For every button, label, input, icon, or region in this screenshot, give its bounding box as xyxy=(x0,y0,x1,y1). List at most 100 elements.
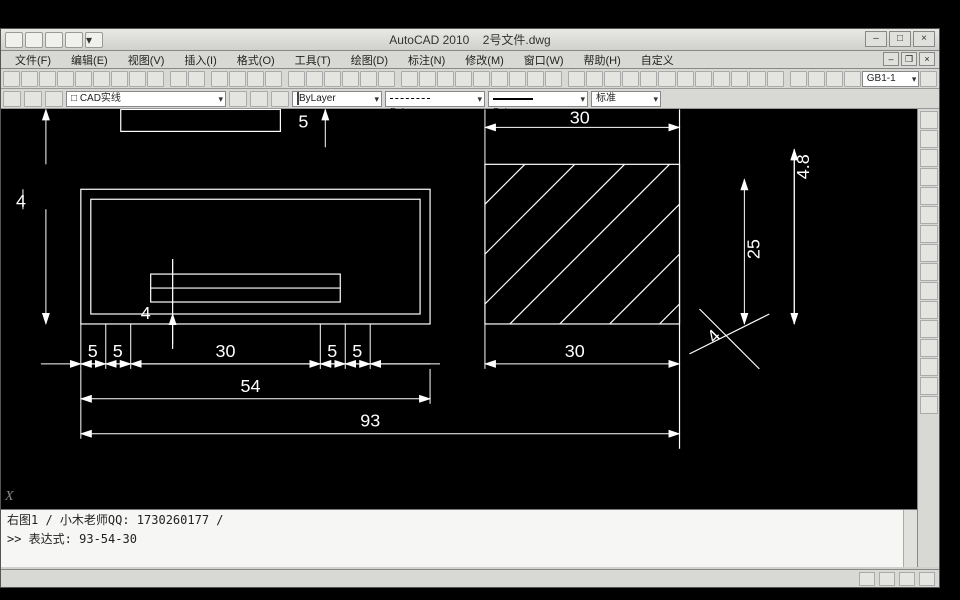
rp-join-icon[interactable] xyxy=(920,339,938,357)
move-icon[interactable] xyxy=(658,71,675,87)
copy-obj-icon[interactable] xyxy=(586,71,603,87)
designcenter-icon[interactable] xyxy=(306,71,323,87)
app-menu-icon[interactable] xyxy=(5,32,23,48)
new-icon[interactable] xyxy=(3,71,20,87)
paste-icon[interactable] xyxy=(129,71,146,87)
menu-view[interactable]: 视图(V) xyxy=(118,52,175,68)
layer-freeze-icon[interactable] xyxy=(45,91,63,107)
dimstyle-dropdown[interactable]: GB1-1 xyxy=(862,71,920,87)
cut-icon[interactable] xyxy=(93,71,110,87)
layer-state-icon[interactable] xyxy=(24,91,42,107)
plotstyle-dropdown[interactable]: 标准 xyxy=(591,91,661,107)
scale-icon[interactable] xyxy=(695,71,712,87)
menu-help[interactable]: 帮助(H) xyxy=(574,52,631,68)
dimangular-icon[interactable] xyxy=(826,71,843,87)
undo-icon[interactable] xyxy=(170,71,187,87)
annotation-scale-icon[interactable] xyxy=(899,572,915,586)
rotate-icon[interactable] xyxy=(677,71,694,87)
fillet-icon[interactable] xyxy=(749,71,766,87)
menu-dimension[interactable]: 标注(N) xyxy=(398,52,455,68)
dimaligned-icon[interactable] xyxy=(808,71,825,87)
menu-draw[interactable]: 绘图(D) xyxy=(341,52,398,68)
color-dropdown[interactable]: ByLayer xyxy=(292,91,382,107)
save-icon[interactable] xyxy=(39,71,56,87)
rectangle-icon[interactable] xyxy=(473,71,490,87)
table-icon[interactable] xyxy=(545,71,562,87)
polyline-icon[interactable] xyxy=(419,71,436,87)
trim-icon[interactable] xyxy=(713,71,730,87)
menu-window[interactable]: 窗口(W) xyxy=(514,52,574,68)
hatch-icon[interactable] xyxy=(491,71,508,87)
doc-restore-button[interactable]: ❐ xyxy=(901,52,917,66)
menu-format[interactable]: 格式(O) xyxy=(227,52,285,68)
rp-mirror-icon[interactable] xyxy=(920,149,938,167)
zoom-window-icon[interactable] xyxy=(247,71,264,87)
zoom-previous-icon[interactable] xyxy=(265,71,282,87)
rp-array-icon[interactable] xyxy=(920,187,938,205)
menu-file[interactable]: 文件(F) xyxy=(5,52,61,68)
quickcalc-icon[interactable] xyxy=(378,71,395,87)
doc-minimize-button[interactable]: – xyxy=(883,52,899,66)
rp-break-icon[interactable] xyxy=(920,320,938,338)
qat-save-icon[interactable] xyxy=(25,32,43,48)
markup-icon[interactable] xyxy=(360,71,377,87)
text-icon[interactable] xyxy=(509,71,526,87)
extend-icon[interactable] xyxy=(731,71,748,87)
plot-preview-icon[interactable] xyxy=(75,71,92,87)
properties-icon[interactable] xyxy=(288,71,305,87)
dimupdate-icon[interactable] xyxy=(920,71,937,87)
cmd-scrollbar[interactable] xyxy=(903,510,917,567)
copy-icon[interactable] xyxy=(111,71,128,87)
pan-icon[interactable] xyxy=(211,71,228,87)
rp-trim-icon[interactable] xyxy=(920,282,938,300)
layer-match-icon[interactable] xyxy=(250,91,268,107)
redo-icon[interactable] xyxy=(188,71,205,87)
menu-tools[interactable]: 工具(T) xyxy=(285,52,341,68)
rp-copy-icon[interactable] xyxy=(920,130,938,148)
rp-move-icon[interactable] xyxy=(920,206,938,224)
rp-scale-icon[interactable] xyxy=(920,244,938,262)
arc-icon[interactable] xyxy=(455,71,472,87)
rp-rotate-icon[interactable] xyxy=(920,225,938,243)
layer-dropdown[interactable]: □ CAD实线 xyxy=(66,91,226,107)
drawing-area[interactable]: 30 5 4 4 xyxy=(1,109,917,509)
dimlinear-icon[interactable] xyxy=(790,71,807,87)
dimradius-icon[interactable] xyxy=(844,71,861,87)
doc-close-button[interactable]: × xyxy=(919,52,935,66)
minimize-button[interactable]: – xyxy=(865,31,887,47)
menu-edit[interactable]: 编辑(E) xyxy=(61,52,118,68)
layout1-tab-icon[interactable] xyxy=(879,572,895,586)
qat-undo-icon[interactable] xyxy=(45,32,63,48)
workspace-icon[interactable] xyxy=(919,572,935,586)
sheetset-icon[interactable] xyxy=(342,71,359,87)
layer-iso-icon[interactable] xyxy=(271,91,289,107)
layer-manager-icon[interactable] xyxy=(3,91,21,107)
maximize-button[interactable]: □ xyxy=(889,31,911,47)
mirror-icon[interactable] xyxy=(604,71,621,87)
cmd-prompt[interactable] xyxy=(1,548,917,564)
line-icon[interactable] xyxy=(401,71,418,87)
qat-print-icon[interactable] xyxy=(65,32,83,48)
menu-express[interactable]: 自定义 xyxy=(631,52,684,68)
open-icon[interactable] xyxy=(21,71,38,87)
rp-erase-icon[interactable] xyxy=(920,111,938,129)
toolpalette-icon[interactable] xyxy=(324,71,341,87)
rp-extend-icon[interactable] xyxy=(920,301,938,319)
model-tab-icon[interactable] xyxy=(859,572,875,586)
rp-explode-icon[interactable] xyxy=(920,396,938,414)
linetype-dropdown[interactable]: ByLayer xyxy=(385,91,485,107)
dimension-icon[interactable] xyxy=(527,71,544,87)
array-icon[interactable] xyxy=(640,71,657,87)
match-prop-icon[interactable] xyxy=(147,71,164,87)
command-window[interactable]: 右图1 / 小木老师QQ: 1730260177 / >> 表达式: 93-54… xyxy=(1,509,917,567)
rp-fillet-icon[interactable] xyxy=(920,377,938,395)
explode-icon[interactable] xyxy=(767,71,784,87)
menu-modify[interactable]: 修改(M) xyxy=(455,52,514,68)
lineweight-dropdown[interactable]: ByLayer xyxy=(488,91,588,107)
print-icon[interactable] xyxy=(57,71,74,87)
rp-stretch-icon[interactable] xyxy=(920,263,938,281)
offset-icon[interactable] xyxy=(622,71,639,87)
circle-icon[interactable] xyxy=(437,71,454,87)
menu-insert[interactable]: 插入(I) xyxy=(174,52,226,68)
qat-dropdown-icon[interactable]: ▾ xyxy=(85,32,103,48)
